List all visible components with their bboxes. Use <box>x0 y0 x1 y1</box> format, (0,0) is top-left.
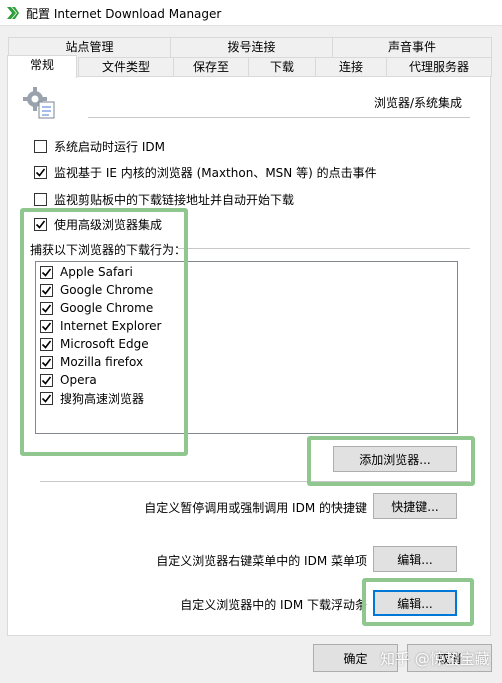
list-item[interactable]: Apple Safari <box>40 264 133 280</box>
edit-download-bar-button[interactable]: 编辑... <box>373 590 457 616</box>
hotkey-label: 自定义暂停调用或强制调用 IDM 的快捷键 <box>144 501 367 515</box>
settings-gear-icon <box>23 87 55 119</box>
option-label: 监视剪贴板中的下载链接地址并自动开始下载 <box>54 192 295 207</box>
list-item[interactable]: Microsoft Edge <box>40 336 149 352</box>
add-browser-button[interactable]: 添加浏览器... <box>333 446 457 472</box>
tab-connection[interactable]: 连接 <box>315 57 387 77</box>
option-run-on-startup[interactable]: 系统启动时运行 IDM <box>34 138 165 154</box>
option-monitor-ie-clicks[interactable]: 监视基于 IE 内核的浏览器 (Maxthon、MSN 等) 的点击事件 <box>34 164 377 180</box>
option-label: 系统启动时运行 IDM <box>54 139 165 154</box>
browser-label: 搜狗高速浏览器 <box>60 391 145 406</box>
browser-label: Microsoft Edge <box>60 337 149 351</box>
window-title: 配置 Internet Download Manager <box>26 7 222 21</box>
tab-save-to[interactable]: 保存至 <box>173 57 249 77</box>
edit-context-menu-button[interactable]: 编辑... <box>373 546 457 572</box>
browser-label: Internet Explorer <box>60 319 162 333</box>
browser-list[interactable]: Apple Safari Google Chrome Google Chrome… <box>35 261 458 434</box>
checkbox-checked-icon[interactable] <box>34 217 47 231</box>
tab-file-types[interactable]: 文件类型 <box>78 57 174 77</box>
capture-caption: 捕获以下浏览器的下载行为： <box>30 243 187 257</box>
watermark: 知乎 @惊蛰宝藏 <box>380 650 490 668</box>
checkbox-checked-icon[interactable] <box>40 301 53 315</box>
checkbox-checked-icon[interactable] <box>40 373 53 387</box>
browser-label: Google Chrome <box>60 283 154 297</box>
tab-sound-events[interactable]: 声音事件 <box>332 37 492 57</box>
browser-label: Google Chrome <box>60 301 154 315</box>
download-bar-label: 自定义浏览器中的 IDM 下载浮动条 <box>180 598 367 612</box>
option-label: 监视基于 IE 内核的浏览器 (Maxthon、MSN 等) 的点击事件 <box>54 165 377 180</box>
section-title: 浏览器/系统集成 <box>373 96 462 110</box>
browser-label: Opera <box>60 373 97 387</box>
section-divider <box>88 117 470 118</box>
checkbox-icon[interactable] <box>34 192 47 206</box>
tab-downloads[interactable]: 下载 <box>248 57 316 77</box>
checkbox-checked-icon[interactable] <box>40 391 53 405</box>
list-item[interactable]: Opera <box>40 372 97 388</box>
idm-app-icon <box>7 7 19 19</box>
list-item[interactable]: 搜狗高速浏览器 <box>40 390 144 406</box>
checkbox-checked-icon[interactable] <box>40 337 53 351</box>
context-menu-label: 自定义浏览器右键菜单中的 IDM 菜单项 <box>156 554 367 568</box>
caption-divider <box>178 248 470 249</box>
divider <box>40 481 470 482</box>
browser-label: Mozilla firefox <box>60 355 144 369</box>
checkbox-checked-icon[interactable] <box>40 283 53 297</box>
list-item[interactable]: Google Chrome <box>40 282 153 298</box>
tab-proxy[interactable]: 代理服务器 <box>386 57 492 77</box>
checkbox-icon[interactable] <box>34 139 47 153</box>
tab-site-management[interactable]: 站点管理 <box>8 37 171 57</box>
list-item[interactable]: Mozilla firefox <box>40 354 143 370</box>
option-advanced-integration[interactable]: 使用高级浏览器集成 <box>34 216 162 232</box>
option-monitor-clipboard[interactable]: 监视剪贴板中的下载链接地址并自动开始下载 <box>34 191 294 207</box>
tab-dialup[interactable]: 拨号连接 <box>170 37 333 57</box>
list-item[interactable]: Google Chrome <box>40 300 153 316</box>
browser-label: Apple Safari <box>60 265 133 279</box>
hotkey-button[interactable]: 快捷键... <box>373 493 457 519</box>
option-label: 使用高级浏览器集成 <box>54 217 163 232</box>
checkbox-checked-icon[interactable] <box>40 265 53 279</box>
list-item[interactable]: Internet Explorer <box>40 318 161 334</box>
title-bar: 配置 Internet Download Manager <box>0 0 502 26</box>
checkbox-checked-icon[interactable] <box>34 165 47 179</box>
tab-general[interactable]: 常规 <box>7 55 77 78</box>
checkbox-checked-icon[interactable] <box>40 355 53 369</box>
checkbox-checked-icon[interactable] <box>40 319 53 333</box>
